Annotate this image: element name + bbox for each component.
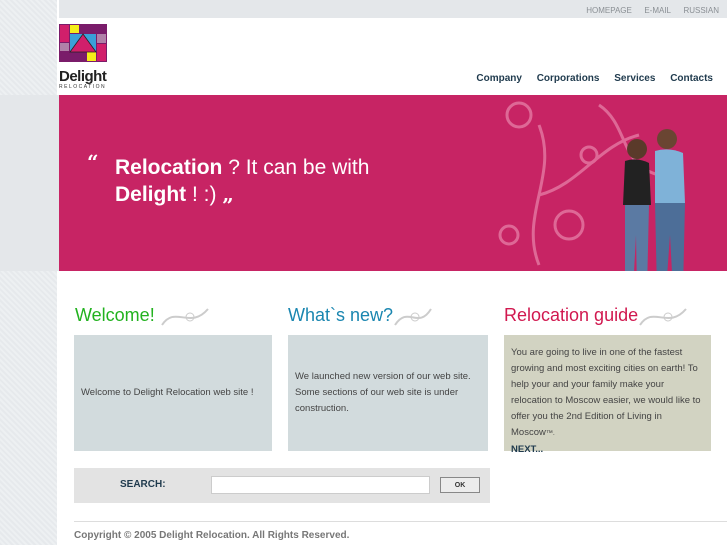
ornament-icon bbox=[160, 308, 209, 326]
people-photo-icon bbox=[623, 129, 685, 271]
banner-slogan: “ Relocation ? It can be with Delight ! … bbox=[87, 150, 370, 208]
left-strip bbox=[0, 95, 59, 271]
search-bar: SEARCH: OK bbox=[74, 468, 490, 503]
homepage-link[interactable]: HOMEPAGE bbox=[586, 6, 632, 15]
footer-divider bbox=[74, 521, 727, 522]
nav-contacts[interactable]: Contacts bbox=[670, 73, 713, 84]
nav-corporations[interactable]: Corporations bbox=[537, 73, 600, 84]
relocation-guide-text: You are going to live in one of the fast… bbox=[511, 347, 701, 438]
whats-new-title: What`s new? bbox=[288, 305, 394, 325]
left-background bbox=[0, 0, 57, 545]
whats-new-section: What`s new? bbox=[288, 305, 433, 335]
welcome-section: Welcome! bbox=[75, 305, 210, 335]
welcome-text: Welcome to Delight Relocation web site ! bbox=[81, 387, 254, 398]
brand-name: Delight bbox=[59, 68, 107, 85]
relocation-guide-section: Relocation guide bbox=[504, 305, 688, 335]
hero-banner: “ Relocation ? It can be with Delight ! … bbox=[59, 95, 727, 271]
nav-services[interactable]: Services bbox=[614, 73, 655, 84]
email-link[interactable]: E-MAIL bbox=[644, 6, 671, 15]
open-quote: “ bbox=[87, 150, 99, 174]
relocation-guide-title: Relocation guide bbox=[504, 305, 639, 325]
close-quote: „ bbox=[222, 182, 234, 206]
relocation-guide-box: You are going to live in one of the fast… bbox=[504, 335, 711, 455]
search-ok-button[interactable]: OK bbox=[440, 477, 480, 493]
nav-company[interactable]: Company bbox=[476, 73, 522, 84]
trademark-mark: ™. bbox=[545, 430, 555, 437]
search-label: SEARCH: bbox=[120, 479, 166, 490]
slogan-word-relocation: Relocation bbox=[115, 156, 223, 179]
welcome-box: Welcome to Delight Relocation web site ! bbox=[74, 335, 272, 451]
whats-new-box: We launched new version of our web site.… bbox=[288, 335, 488, 451]
main-nav: Company Corporations Services Contacts bbox=[464, 73, 713, 84]
next-link[interactable]: NEXT... bbox=[511, 444, 543, 455]
slogan-text-1: ? It can be with bbox=[222, 156, 370, 179]
slogan-text-2: ! :) bbox=[186, 183, 217, 206]
ornament-icon bbox=[639, 308, 687, 326]
slogan-word-delight: Delight bbox=[115, 183, 187, 206]
whats-new-text: We launched new version of our web site.… bbox=[295, 371, 471, 414]
top-bar: HOMEPAGE E-MAIL RUSSIAN bbox=[59, 0, 727, 18]
russian-link[interactable]: RUSSIAN bbox=[683, 6, 719, 15]
brand-subtitle: RELOCATION bbox=[59, 84, 107, 90]
copyright: Copyright © 2005 Delight Relocation. All… bbox=[74, 530, 350, 541]
search-input[interactable] bbox=[211, 476, 430, 494]
welcome-title: Welcome! bbox=[75, 305, 155, 325]
ornament-icon bbox=[394, 308, 432, 326]
logo-icon[interactable] bbox=[59, 24, 107, 62]
